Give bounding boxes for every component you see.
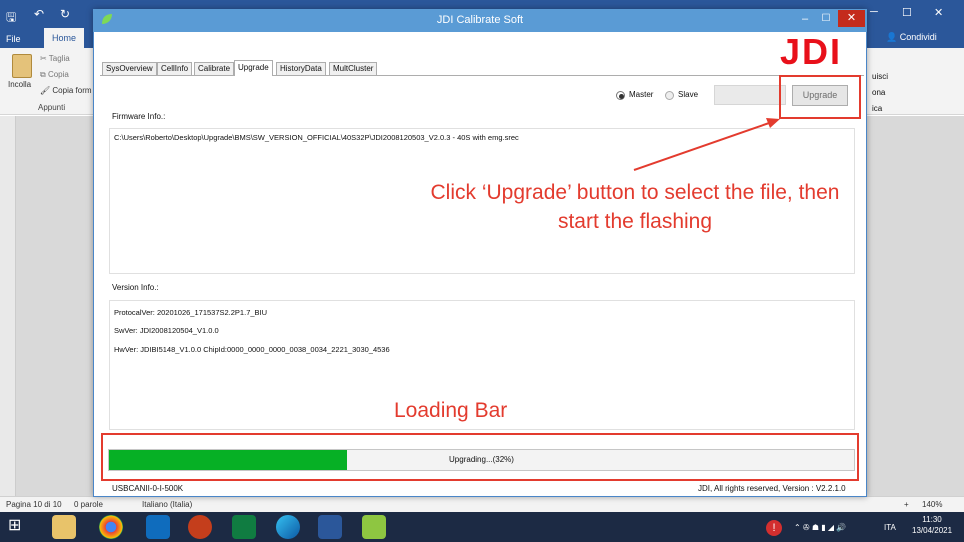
ribbon-item-1[interactable]: uisci (872, 72, 888, 81)
language-status: Italiano (Italia) (142, 500, 193, 509)
word-minimize-icon[interactable]: ─ (870, 6, 878, 18)
annotation-loading-highlight (101, 433, 859, 481)
zoom-in-icon[interactable]: + (904, 500, 909, 509)
alert-icon[interactable]: ! (766, 520, 782, 536)
format-painter-button[interactable]: 🖌 Copia form (40, 86, 92, 95)
software-version: SwVer: JDI2008120504_V1.0.0 (114, 326, 219, 335)
tab-cellinfo[interactable]: CellInfo (157, 62, 193, 75)
connection-status: USBCANII-0-I-500K (112, 484, 184, 493)
word-status-bar: Pagina 10 di 10 0 parole Italiano (Itali… (0, 496, 964, 512)
clock-time: 11:30 (922, 515, 942, 524)
word-close-icon[interactable]: ✕ (934, 6, 943, 19)
annotation-instruction: Click ‘Upgrade’ button to select the fil… (430, 181, 840, 233)
input-language[interactable]: ITA (884, 523, 896, 532)
tab-strip (100, 75, 864, 76)
jdi-close-icon[interactable]: ✕ (838, 10, 865, 27)
ribbon-item-3[interactable]: ica (872, 104, 882, 113)
tab-multcluster[interactable]: MultCluster (329, 62, 378, 75)
windows-start-icon[interactable]: ⊞ (8, 517, 21, 535)
save-icon[interactable]: 🖫 (6, 8, 16, 29)
share-label: Condividi (899, 32, 937, 42)
word-ribbon-right: uisci ona ica (866, 48, 964, 114)
paste-icon[interactable] (12, 54, 32, 78)
radio-master-selected-dot (619, 94, 624, 99)
ribbon-item-2[interactable]: ona (872, 88, 885, 97)
chrome-icon[interactable] (99, 515, 123, 539)
outlook-icon[interactable] (146, 515, 170, 539)
word-window-controls: ─ ☐ ✕ (866, 0, 964, 30)
copy-label: Copia (47, 70, 69, 79)
cut-button[interactable]: ✂ Taglia (40, 54, 70, 63)
radio-slave-label[interactable]: Slave (678, 90, 698, 99)
copy-button[interactable]: ⧉ Copia (40, 70, 69, 80)
cut-label: Taglia (48, 54, 70, 63)
share-button[interactable]: 👤 Condividi (886, 32, 937, 43)
format-painter-label: Copia form (52, 86, 92, 95)
word-icon[interactable] (318, 515, 342, 539)
tab-sysoverview[interactable]: SysOverview (102, 62, 157, 75)
jdi-window-title: JDI Calibrate Soft (436, 14, 524, 26)
jdi-maximize-icon[interactable]: ☐ (816, 10, 836, 28)
powerpoint-icon[interactable] (188, 515, 212, 539)
copyright-version: JDI, All rights reserved, Version : V2.2… (698, 484, 846, 493)
jdi-taskbar-icon[interactable] (362, 515, 386, 539)
page-count: Pagina 10 di 10 (6, 500, 62, 509)
word-tab-home[interactable]: Home (44, 28, 84, 48)
excel-icon[interactable] (232, 515, 256, 539)
word-maximize-icon[interactable]: ☐ (902, 6, 912, 19)
annotation-loading-label: Loading Bar (394, 399, 508, 422)
version-info-label: Version Info.: (112, 283, 159, 292)
word-tab-file[interactable]: File (6, 30, 21, 48)
annotation-arrow-icon (633, 118, 780, 171)
zoom-level[interactable]: 140% (922, 500, 942, 509)
jdi-logo: JDI (780, 31, 843, 72)
firmware-path: C:\Users\Roberto\Desktop\Upgrade\BMS\SW_… (114, 133, 519, 142)
undo-icon[interactable]: ↶ (34, 7, 44, 21)
word-count: 0 parole (74, 500, 103, 509)
tab-calibrate[interactable]: Calibrate (194, 62, 235, 75)
paste-label[interactable]: Incolla (8, 80, 31, 89)
vertical-ruler (0, 116, 16, 496)
radio-slave[interactable] (665, 91, 674, 100)
redo-icon[interactable]: ↻ (60, 7, 70, 21)
clock-date: 13/04/2021 (912, 526, 953, 535)
scissors-icon: ✂ (40, 54, 47, 63)
copy-icon: ⧉ (40, 70, 46, 79)
user-icon: 👤 (886, 32, 898, 42)
radio-master-label[interactable]: Master (629, 90, 653, 99)
tray-icons[interactable]: ⌃ ✇ ☗ ▮ ◢ 🔊 (794, 523, 846, 532)
taskbar-clock[interactable]: 11:30 13/04/2021 (912, 514, 952, 536)
protocol-version: ProtocalVer: 20201026_171537S2.2P1.7_BIU (114, 308, 268, 317)
tab-historydata[interactable]: HistoryData (276, 62, 326, 75)
jdi-minimize-icon[interactable]: – (795, 10, 815, 28)
annotation-upgrade-highlight (779, 75, 861, 119)
brush-icon: 🖌 (40, 86, 51, 95)
tab-upgrade[interactable]: Upgrade (234, 60, 273, 76)
firmware-info-label: Firmware Info.: (112, 112, 166, 121)
file-explorer-icon[interactable] (52, 515, 76, 539)
clipboard-group-label: Appunti (38, 103, 66, 112)
hardware-version: HwVer: JDIBI5148_V1.0.0 ChipId:0000_0000… (114, 345, 390, 354)
edge-icon[interactable] (276, 515, 300, 539)
device-select[interactable] (714, 85, 786, 105)
